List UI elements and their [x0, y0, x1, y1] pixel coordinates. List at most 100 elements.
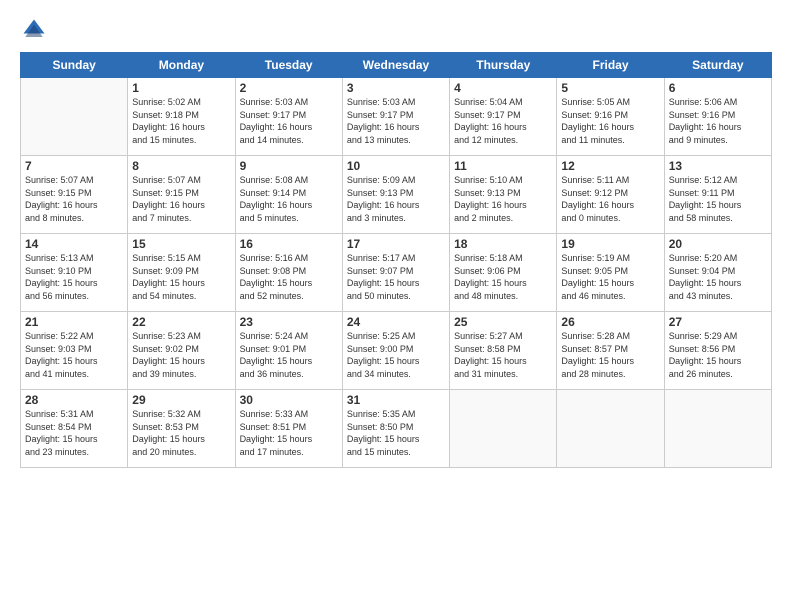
calendar-cell: 12Sunrise: 5:11 AM Sunset: 9:12 PM Dayli…	[557, 156, 664, 234]
day-info: Sunrise: 5:13 AM Sunset: 9:10 PM Dayligh…	[25, 252, 123, 302]
calendar-cell: 17Sunrise: 5:17 AM Sunset: 9:07 PM Dayli…	[342, 234, 449, 312]
day-number: 19	[561, 237, 659, 251]
day-number: 26	[561, 315, 659, 329]
day-number: 13	[669, 159, 767, 173]
day-header: Saturday	[664, 53, 771, 78]
day-header: Monday	[128, 53, 235, 78]
day-info: Sunrise: 5:27 AM Sunset: 8:58 PM Dayligh…	[454, 330, 552, 380]
day-info: Sunrise: 5:20 AM Sunset: 9:04 PM Dayligh…	[669, 252, 767, 302]
day-number: 31	[347, 393, 445, 407]
calendar-cell: 30Sunrise: 5:33 AM Sunset: 8:51 PM Dayli…	[235, 390, 342, 468]
day-number: 1	[132, 81, 230, 95]
day-number: 28	[25, 393, 123, 407]
day-info: Sunrise: 5:15 AM Sunset: 9:09 PM Dayligh…	[132, 252, 230, 302]
day-info: Sunrise: 5:18 AM Sunset: 9:06 PM Dayligh…	[454, 252, 552, 302]
calendar-cell	[664, 390, 771, 468]
calendar-cell: 31Sunrise: 5:35 AM Sunset: 8:50 PM Dayli…	[342, 390, 449, 468]
day-number: 24	[347, 315, 445, 329]
calendar-cell: 27Sunrise: 5:29 AM Sunset: 8:56 PM Dayli…	[664, 312, 771, 390]
day-info: Sunrise: 5:03 AM Sunset: 9:17 PM Dayligh…	[347, 96, 445, 146]
header-row: SundayMondayTuesdayWednesdayThursdayFrid…	[21, 53, 772, 78]
day-number: 10	[347, 159, 445, 173]
calendar-cell: 29Sunrise: 5:32 AM Sunset: 8:53 PM Dayli…	[128, 390, 235, 468]
day-number: 4	[454, 81, 552, 95]
calendar-cell: 9Sunrise: 5:08 AM Sunset: 9:14 PM Daylig…	[235, 156, 342, 234]
calendar-cell	[450, 390, 557, 468]
day-number: 12	[561, 159, 659, 173]
day-info: Sunrise: 5:28 AM Sunset: 8:57 PM Dayligh…	[561, 330, 659, 380]
calendar-cell	[21, 78, 128, 156]
day-info: Sunrise: 5:02 AM Sunset: 9:18 PM Dayligh…	[132, 96, 230, 146]
day-number: 25	[454, 315, 552, 329]
day-info: Sunrise: 5:19 AM Sunset: 9:05 PM Dayligh…	[561, 252, 659, 302]
day-number: 8	[132, 159, 230, 173]
day-header: Thursday	[450, 53, 557, 78]
calendar-cell: 4Sunrise: 5:04 AM Sunset: 9:17 PM Daylig…	[450, 78, 557, 156]
calendar-cell: 18Sunrise: 5:18 AM Sunset: 9:06 PM Dayli…	[450, 234, 557, 312]
day-number: 21	[25, 315, 123, 329]
day-info: Sunrise: 5:03 AM Sunset: 9:17 PM Dayligh…	[240, 96, 338, 146]
day-number: 18	[454, 237, 552, 251]
calendar-cell: 5Sunrise: 5:05 AM Sunset: 9:16 PM Daylig…	[557, 78, 664, 156]
calendar-cell: 16Sunrise: 5:16 AM Sunset: 9:08 PM Dayli…	[235, 234, 342, 312]
calendar-week: 7 Sunrise: 5:07 AM Sunset: 9:15 PM Daylig…	[21, 156, 772, 234]
day-number: 22	[132, 315, 230, 329]
calendar-cell: 15Sunrise: 5:15 AM Sunset: 9:09 PM Dayli…	[128, 234, 235, 312]
day-number: 29	[132, 393, 230, 407]
calendar-week: 14Sunrise: 5:13 AM Sunset: 9:10 PM Dayli…	[21, 234, 772, 312]
day-info: Sunrise: 5:35 AM Sunset: 8:50 PM Dayligh…	[347, 408, 445, 458]
day-number: 20	[669, 237, 767, 251]
calendar-cell: 28Sunrise: 5:31 AM Sunset: 8:54 PM Dayli…	[21, 390, 128, 468]
day-number: 3	[347, 81, 445, 95]
logo	[20, 16, 52, 44]
day-header: Tuesday	[235, 53, 342, 78]
day-info: Sunrise: 5:07 AM Sunset: 9:15 PM Dayligh…	[132, 174, 230, 224]
day-number: 16	[240, 237, 338, 251]
day-info: Sunrise: 5:16 AM Sunset: 9:08 PM Dayligh…	[240, 252, 338, 302]
day-info: Sunrise: 5:29 AM Sunset: 8:56 PM Dayligh…	[669, 330, 767, 380]
day-info: Sunrise: 5:33 AM Sunset: 8:51 PM Dayligh…	[240, 408, 338, 458]
day-info: Sunrise: 5:05 AM Sunset: 9:16 PM Dayligh…	[561, 96, 659, 146]
day-number: 30	[240, 393, 338, 407]
header	[20, 16, 772, 44]
day-info: Sunrise: 5:04 AM Sunset: 9:17 PM Dayligh…	[454, 96, 552, 146]
page: SundayMondayTuesdayWednesdayThursdayFrid…	[0, 0, 792, 612]
day-info: Sunrise: 5:06 AM Sunset: 9:16 PM Dayligh…	[669, 96, 767, 146]
calendar-cell: 8Sunrise: 5:07 AM Sunset: 9:15 PM Daylig…	[128, 156, 235, 234]
calendar-cell: 21Sunrise: 5:22 AM Sunset: 9:03 PM Dayli…	[21, 312, 128, 390]
calendar-cell: 19Sunrise: 5:19 AM Sunset: 9:05 PM Dayli…	[557, 234, 664, 312]
logo-icon	[20, 16, 48, 44]
calendar-cell	[557, 390, 664, 468]
day-info: Sunrise: 5:31 AM Sunset: 8:54 PM Dayligh…	[25, 408, 123, 458]
calendar-cell: 23Sunrise: 5:24 AM Sunset: 9:01 PM Dayli…	[235, 312, 342, 390]
calendar-cell: 10Sunrise: 5:09 AM Sunset: 9:13 PM Dayli…	[342, 156, 449, 234]
calendar-cell: 25Sunrise: 5:27 AM Sunset: 8:58 PM Dayli…	[450, 312, 557, 390]
day-header: Friday	[557, 53, 664, 78]
calendar-cell: 3Sunrise: 5:03 AM Sunset: 9:17 PM Daylig…	[342, 78, 449, 156]
calendar-week: 28Sunrise: 5:31 AM Sunset: 8:54 PM Dayli…	[21, 390, 772, 468]
day-info: Sunrise: 5:23 AM Sunset: 9:02 PM Dayligh…	[132, 330, 230, 380]
day-number: 7	[25, 159, 123, 173]
calendar-cell: 11Sunrise: 5:10 AM Sunset: 9:13 PM Dayli…	[450, 156, 557, 234]
calendar-cell: 24Sunrise: 5:25 AM Sunset: 9:00 PM Dayli…	[342, 312, 449, 390]
day-number: 9	[240, 159, 338, 173]
day-info: Sunrise: 5:08 AM Sunset: 9:14 PM Dayligh…	[240, 174, 338, 224]
day-number: 23	[240, 315, 338, 329]
day-info: Sunrise: 5:12 AM Sunset: 9:11 PM Dayligh…	[669, 174, 767, 224]
calendar-cell: 7Sunrise: 5:07 AM Sunset: 9:15 PM Daylig…	[21, 156, 128, 234]
day-info: Sunrise: 5:09 AM Sunset: 9:13 PM Dayligh…	[347, 174, 445, 224]
calendar-cell: 13Sunrise: 5:12 AM Sunset: 9:11 PM Dayli…	[664, 156, 771, 234]
calendar-week: 1Sunrise: 5:02 AM Sunset: 9:18 PM Daylig…	[21, 78, 772, 156]
calendar-cell: 14Sunrise: 5:13 AM Sunset: 9:10 PM Dayli…	[21, 234, 128, 312]
day-info: Sunrise: 5:22 AM Sunset: 9:03 PM Dayligh…	[25, 330, 123, 380]
day-number: 2	[240, 81, 338, 95]
day-number: 5	[561, 81, 659, 95]
day-info: Sunrise: 5:25 AM Sunset: 9:00 PM Dayligh…	[347, 330, 445, 380]
calendar-cell: 20Sunrise: 5:20 AM Sunset: 9:04 PM Dayli…	[664, 234, 771, 312]
calendar-cell: 6Sunrise: 5:06 AM Sunset: 9:16 PM Daylig…	[664, 78, 771, 156]
day-info: Sunrise: 5:17 AM Sunset: 9:07 PM Dayligh…	[347, 252, 445, 302]
calendar-week: 21Sunrise: 5:22 AM Sunset: 9:03 PM Dayli…	[21, 312, 772, 390]
day-header: Wednesday	[342, 53, 449, 78]
day-number: 27	[669, 315, 767, 329]
day-header: Sunday	[21, 53, 128, 78]
